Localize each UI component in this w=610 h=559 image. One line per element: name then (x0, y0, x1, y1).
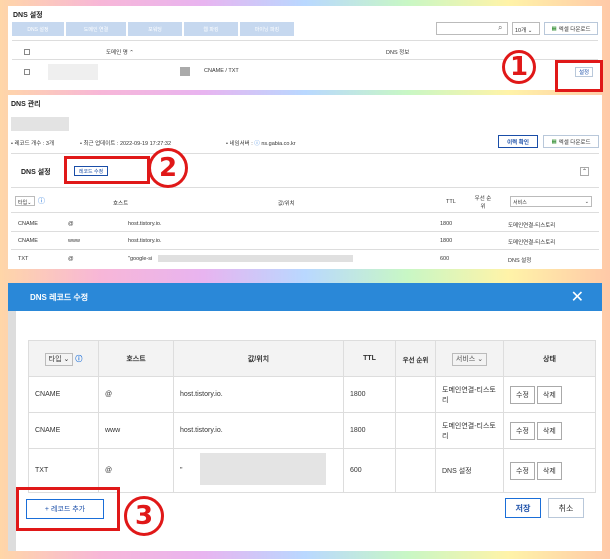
records-table: 타입 ⌄ ⓘ 호스트 값/위치 TTL 우선 순위 서비스 ⌄ 상태 CNAME… (28, 340, 596, 493)
history-button[interactable]: 이력 확인 (498, 135, 538, 148)
excel-download-button-2[interactable]: ▦ 엑셀 다운로드 (543, 135, 599, 148)
close-icon[interactable]: ✕ (571, 287, 584, 307)
row3-value: "google-si (128, 256, 153, 262)
row-dns-info: CNAME / TXT (204, 68, 239, 74)
edit-button[interactable]: 수정 (510, 461, 535, 480)
excel-icon: ▦ (551, 138, 557, 145)
callout-2: 2 (148, 148, 188, 188)
callout-1: 1 (502, 50, 536, 84)
row-checkbox[interactable] (24, 69, 30, 75)
col-ttl: TTL (446, 199, 456, 205)
col-status: 상태 (503, 340, 596, 377)
service-filter[interactable]: 서비스 ⌄ (510, 196, 592, 207)
highlight-add-record (16, 487, 120, 531)
save-button[interactable]: 저장 (505, 498, 541, 518)
delete-button[interactable]: 삭제 (536, 385, 562, 404)
row1-type: CNAME (18, 221, 38, 227)
row2-type: CNAME (28, 412, 99, 449)
edit-button[interactable]: 수정 (510, 421, 535, 440)
collapse-icon[interactable]: ⌃ (580, 167, 589, 176)
row1-ttl: 1800 (343, 376, 396, 413)
col-value: 값/위치 (278, 201, 295, 207)
highlight-record-edit (64, 156, 150, 184)
row1-host: @ (98, 376, 174, 413)
row1-service: 도메인연결-티스토리 (508, 223, 556, 229)
tab-mining-parking[interactable]: 마이닝 파킹 (240, 22, 294, 36)
modal-header: DNS 레코드 수정 ✕ (8, 283, 602, 311)
search-icon[interactable]: ⌕ (498, 23, 502, 33)
col-domain-header: 도메인 명 ⌃ (106, 50, 134, 56)
row3-service: DNS 설정 (435, 448, 504, 493)
row1-host: @ (68, 221, 74, 227)
col-priority: 우선 순위 (474, 196, 492, 210)
value-redacted (158, 255, 353, 262)
edit-button[interactable]: 수정 (510, 385, 535, 404)
modal-title: DNS 레코드 수정 (30, 293, 89, 302)
tab-web-parking[interactable]: 웹 파킹 (184, 22, 238, 36)
row3-service: DNS 설정 (508, 258, 532, 264)
callout-3: 3 (124, 496, 164, 536)
tab-forwarding[interactable]: 포워딩 (128, 22, 182, 36)
row1-ttl: 1800 (440, 221, 453, 227)
row3-type: TXT (18, 256, 29, 262)
col-ttl: TTL (343, 340, 396, 377)
row2-ttl: 1800 (343, 412, 396, 449)
row1-type: CNAME (28, 376, 99, 413)
type-filter[interactable]: 타입⌄ (15, 196, 35, 206)
domain-redacted (48, 64, 98, 80)
row3-host: @ (98, 448, 174, 493)
col-value: 값/위치 (173, 340, 344, 377)
row1-service: 도메인연결-티스토리 (435, 376, 504, 413)
row2-value: host.tistory.io. (128, 238, 162, 244)
service-filter[interactable]: 서비스 ⌄ (451, 352, 488, 366)
info-icon: ⓘ (254, 141, 260, 147)
excel-icon: ▦ (551, 25, 557, 32)
select-all-checkbox[interactable] (24, 49, 30, 55)
row2-service: 도메인연결-티스토리 (508, 240, 556, 246)
row3-ttl: 600 (343, 448, 396, 493)
col-priority: 우선 순위 (395, 340, 436, 377)
row2-type: CNAME (18, 238, 38, 244)
highlight-settings (555, 60, 603, 92)
last-updated: • 최근 업데이트 : 2022-09-19 17:27:32 (80, 141, 172, 147)
search-domain-icon[interactable] (180, 67, 190, 76)
dns-settings-title: DNS 설정 (13, 12, 43, 19)
row3-ttl: 600 (440, 256, 450, 262)
row1-value: host.tistory.io. (128, 221, 162, 227)
dns-section-title: DNS 설정 (21, 169, 51, 176)
row3-host: @ (68, 256, 74, 262)
col-info-header: DNS 정보 (386, 50, 410, 56)
tab-dns-settings[interactable]: DNS 설정 (12, 22, 64, 36)
nameserver: • 네임서버 : ⓘ ns.gabia.co.kr (226, 141, 296, 147)
row3-type: TXT (28, 448, 99, 493)
row2-ttl: 1800 (440, 238, 453, 244)
page-size-select[interactable]: 10개 ⌄ (512, 22, 540, 35)
domain-redacted (11, 117, 69, 131)
row1-value: host.tistory.io. (173, 376, 344, 413)
row3-value: " (180, 467, 183, 474)
record-count: • 레코드 개수 : 3개 (11, 141, 55, 147)
dns-management-title: DNS 관리 (11, 101, 41, 108)
value-redacted (200, 453, 326, 485)
cancel-button[interactable]: 취소 (548, 498, 584, 518)
type-filter[interactable]: 타입 ⌄ (44, 352, 74, 366)
excel-download-button[interactable]: ▦ 엑셀 다운로드 (544, 22, 598, 35)
row2-value: host.tistory.io. (173, 412, 344, 449)
row2-service: 도메인연결-티스토리 (435, 412, 504, 449)
delete-button[interactable]: 삭제 (536, 461, 562, 480)
info-icon: ⓘ (75, 355, 83, 363)
info-icon: ⓘ (38, 198, 45, 205)
col-host: 호스트 (113, 201, 129, 207)
col-host: 호스트 (98, 340, 174, 377)
row2-host: www (68, 238, 80, 244)
tab-domain-connect[interactable]: 도메인 연결 (66, 22, 126, 36)
delete-button[interactable]: 삭제 (536, 421, 562, 440)
row2-host: www (98, 412, 174, 449)
